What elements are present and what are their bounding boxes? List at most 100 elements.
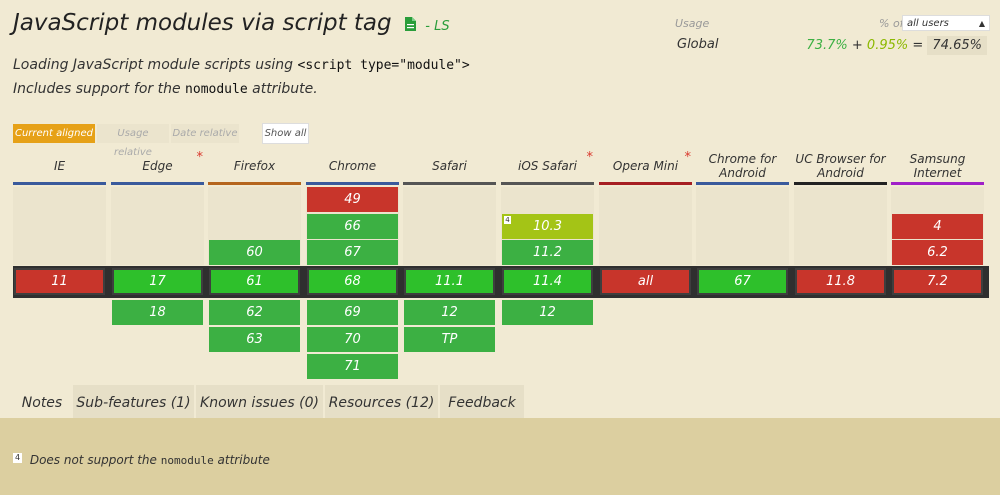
browser-header-edge[interactable]: Edge * bbox=[111, 150, 204, 182]
tab-sub-features-1-[interactable]: Sub-features (1) bbox=[73, 385, 194, 418]
feature-title-text: JavaScript modules via script tag bbox=[13, 10, 392, 36]
browser-name: Firefox bbox=[233, 159, 276, 173]
version-cell[interactable]: 11.2 bbox=[502, 240, 593, 265]
note-text: attribute bbox=[217, 453, 270, 467]
version-cell[interactable]: 70 bbox=[307, 327, 398, 352]
spec-status-badge[interactable]: - LS bbox=[425, 19, 449, 34]
version-number: 11.1 bbox=[435, 274, 464, 289]
version-cell[interactable]: 62 bbox=[209, 300, 300, 325]
usage-label: Usage bbox=[675, 17, 710, 30]
show-all-button[interactable]: Show all bbox=[262, 123, 309, 144]
feature-description-line-2: Includes support for the nomodule attrib… bbox=[13, 81, 318, 97]
tab-notes[interactable]: Notes bbox=[13, 385, 71, 418]
version-number: 6.2 bbox=[927, 245, 948, 260]
tab-known-issues-0-[interactable]: Known issues (0) bbox=[196, 385, 323, 418]
version-number: 12 bbox=[539, 305, 556, 320]
browser-color-bar bbox=[794, 182, 887, 185]
browser-header-uc-browser-for-android[interactable]: UC Browser for Android bbox=[794, 150, 887, 182]
column-background bbox=[696, 187, 789, 265]
browser-color-bar bbox=[111, 182, 204, 185]
tab-feedback[interactable]: Feedback bbox=[440, 385, 524, 418]
browser-name: Samsung Internet bbox=[909, 152, 966, 180]
version-number: 69 bbox=[344, 305, 361, 320]
browser-header-chrome-for-android[interactable]: Chrome for Android bbox=[696, 150, 789, 182]
browser-color-bar bbox=[13, 182, 106, 185]
browser-name: IE bbox=[53, 159, 66, 173]
version-cell[interactable]: 69 bbox=[307, 300, 398, 325]
note-asterisk-icon: * bbox=[196, 150, 204, 165]
column-background bbox=[111, 187, 204, 265]
mode-date-relative[interactable]: Date relative bbox=[171, 124, 239, 143]
usage-total: 74.65% bbox=[927, 36, 987, 55]
version-number: TP bbox=[441, 332, 458, 347]
browser-color-bar bbox=[891, 182, 984, 185]
mode-current-aligned[interactable]: Current aligned bbox=[13, 124, 95, 143]
browser-name: iOS Safari bbox=[517, 159, 578, 173]
version-cell[interactable]: 17 bbox=[112, 268, 203, 295]
note-asterisk-icon: * bbox=[586, 150, 594, 165]
version-cell[interactable]: 4 bbox=[892, 214, 983, 239]
browser-color-bar bbox=[403, 182, 496, 185]
version-cell[interactable]: 11.8 bbox=[795, 268, 886, 295]
note-reference-badge: 4 bbox=[504, 216, 511, 224]
column-background bbox=[599, 187, 692, 265]
version-cell[interactable]: 66 bbox=[307, 214, 398, 239]
version-cell[interactable]: 11.1 bbox=[404, 268, 495, 295]
version-cell[interactable]: 67 bbox=[307, 240, 398, 265]
version-number: 12 bbox=[441, 305, 458, 320]
version-number: 11.2 bbox=[533, 245, 562, 260]
desc-text: Loading JavaScript module scripts using bbox=[13, 57, 294, 73]
version-cell[interactable]: all bbox=[600, 268, 691, 295]
version-cell[interactable]: 18 bbox=[112, 300, 203, 325]
usage-supported: 73.7% bbox=[806, 38, 848, 53]
browser-header-ios-safari[interactable]: iOS Safari * bbox=[501, 150, 594, 182]
mode-usage-relative[interactable]: Usage relative bbox=[97, 124, 169, 158]
version-cell[interactable]: 11 bbox=[14, 268, 105, 295]
browser-color-bar bbox=[208, 182, 301, 185]
browser-header-ie[interactable]: IE bbox=[13, 150, 106, 182]
usage-plus: + bbox=[851, 38, 863, 53]
browser-header-safari[interactable]: Safari bbox=[403, 150, 496, 182]
document-icon[interactable] bbox=[404, 11, 416, 37]
browser-name: Chrome for Android bbox=[708, 152, 777, 180]
browser-header-chrome[interactable]: Chrome bbox=[306, 150, 399, 182]
browser-color-bar bbox=[599, 182, 692, 185]
browser-header-samsung-internet[interactable]: Samsung Internet bbox=[891, 150, 984, 182]
version-cell[interactable]: 49 bbox=[307, 187, 398, 212]
version-cell[interactable]: 67 bbox=[697, 268, 788, 295]
version-cell[interactable]: 63 bbox=[209, 327, 300, 352]
version-cell[interactable]: TP bbox=[404, 327, 495, 352]
version-cell[interactable]: 11.4 bbox=[502, 268, 593, 295]
column-background bbox=[794, 187, 887, 265]
version-cell[interactable]: 12 bbox=[404, 300, 495, 325]
note-code: nomodule bbox=[160, 454, 214, 467]
browser-name: Opera Mini bbox=[612, 159, 679, 173]
version-cell[interactable]: 68 bbox=[307, 268, 398, 295]
feature-description-line-1: Loading JavaScript module scripts using … bbox=[13, 57, 470, 73]
user-scope-select[interactable]: all users ▲ bbox=[902, 15, 990, 31]
version-cell[interactable]: 6.2 bbox=[892, 240, 983, 265]
note-number: 4 bbox=[13, 453, 22, 463]
version-number: 7.2 bbox=[927, 274, 948, 289]
tab-resources-12-[interactable]: Resources (12) bbox=[325, 385, 438, 418]
version-number: 60 bbox=[246, 245, 263, 260]
browser-header-opera-mini[interactable]: Opera Mini * bbox=[599, 150, 692, 182]
usage-partial: 0.95% bbox=[866, 38, 909, 53]
version-number: 11.4 bbox=[533, 274, 562, 289]
version-cell[interactable]: 7.2 bbox=[892, 268, 983, 295]
version-cell[interactable]: 71 bbox=[307, 354, 398, 379]
version-number: 10.3 bbox=[533, 219, 562, 234]
version-number: 17 bbox=[149, 274, 166, 289]
version-cell[interactable]: 12 bbox=[502, 300, 593, 325]
version-cell[interactable]: 10.3 4 bbox=[502, 214, 593, 239]
browser-header-firefox[interactable]: Firefox bbox=[208, 150, 301, 182]
version-number: 63 bbox=[246, 332, 263, 347]
note-asterisk-icon: * bbox=[684, 150, 692, 165]
chevron-updown-icon: ▲ bbox=[978, 19, 985, 28]
version-number: 11.8 bbox=[826, 274, 855, 289]
version-number: 4 bbox=[933, 219, 942, 234]
version-number: 68 bbox=[344, 274, 361, 289]
desc-text: attribute. bbox=[252, 81, 318, 97]
version-cell[interactable]: 60 bbox=[209, 240, 300, 265]
version-cell[interactable]: 61 bbox=[209, 268, 300, 295]
